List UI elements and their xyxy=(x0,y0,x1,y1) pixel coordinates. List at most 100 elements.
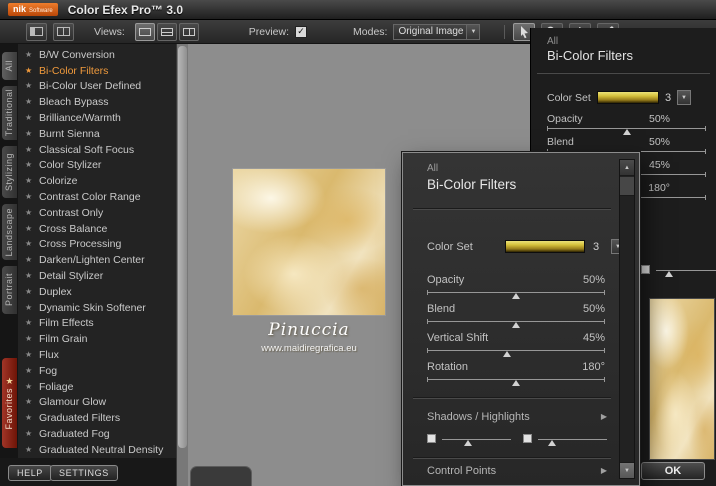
filter-list-item[interactable]: ★ Bi-Color User Defined xyxy=(18,79,176,95)
ok-button[interactable]: OK xyxy=(641,462,705,480)
favorite-star-icon[interactable]: ★ xyxy=(25,50,34,59)
favorite-star-icon[interactable]: ★ xyxy=(25,256,34,264)
filter-list-item[interactable]: ★ Classical Soft Focus xyxy=(18,142,176,158)
slider-track[interactable] xyxy=(427,348,605,357)
favorite-star-icon[interactable]: ★ xyxy=(25,414,34,422)
view-split-horizontal-button[interactable] xyxy=(156,22,177,41)
filter-list-item[interactable]: ★ Dynamic Skin Softener xyxy=(18,300,176,316)
favorite-star-icon[interactable]: ★ xyxy=(25,335,34,343)
filter-list-item[interactable]: ★ Duplex xyxy=(18,284,176,300)
filter-list-item[interactable]: ★ Graduated Fog xyxy=(18,426,176,442)
filter-list-item[interactable]: ★ Cross Processing xyxy=(18,237,176,253)
settings-button[interactable]: SETTINGS xyxy=(50,465,118,481)
bottom-panel-tab[interactable] xyxy=(190,466,252,486)
filter-list-item[interactable]: ★ Darken/Lighten Center xyxy=(18,252,176,268)
filter-list-item[interactable]: ★ Film Effects xyxy=(18,316,176,332)
highlight-color-chip[interactable] xyxy=(641,265,650,274)
favorite-star-icon[interactable]: ★ xyxy=(25,177,34,185)
panel-layout-dual-button[interactable] xyxy=(53,22,74,41)
view-split-vertical-button[interactable] xyxy=(178,22,199,41)
tab-portrait[interactable]: Portrait xyxy=(2,266,17,314)
tab-landscape[interactable]: Landscape xyxy=(2,204,17,260)
tab-all[interactable]: All xyxy=(2,52,17,80)
panel-scrollbar[interactable]: ▲ ▼ xyxy=(619,159,635,479)
favorite-star-icon[interactable]: ★ xyxy=(25,129,34,138)
slider-handle[interactable] xyxy=(512,380,520,386)
filter-list-item[interactable]: ★ Contrast Color Range xyxy=(18,189,176,205)
color-set-swatch[interactable] xyxy=(505,240,585,253)
help-button[interactable]: HELP xyxy=(8,465,52,481)
favorite-star-icon[interactable]: ★ xyxy=(25,272,34,280)
slider-track[interactable] xyxy=(442,439,511,446)
slider-handle[interactable] xyxy=(512,293,520,299)
slider-handle[interactable] xyxy=(665,271,674,277)
slider-handle[interactable] xyxy=(547,440,556,446)
favorite-star-icon[interactable]: ★ xyxy=(25,161,34,169)
filter-list-item[interactable]: ★ Bleach Bypass xyxy=(18,94,176,110)
filter-list-item[interactable]: ★ Film Grain xyxy=(18,331,176,347)
filter-list-item[interactable]: ★ Burnt Sienna xyxy=(18,126,176,142)
scroll-down-button[interactable]: ▼ xyxy=(620,462,634,478)
favorite-star-icon[interactable]: ★ xyxy=(25,224,34,233)
favorite-star-icon[interactable]: ★ xyxy=(25,208,34,217)
filter-list-item[interactable]: ★ Bi-Color Filters xyxy=(18,63,176,79)
slider-track[interactable] xyxy=(656,270,716,277)
scroll-up-button[interactable]: ▲ xyxy=(620,160,634,176)
chevron-down-icon[interactable]: ▼ xyxy=(466,24,480,39)
scrollbar-thumb[interactable] xyxy=(620,177,634,196)
favorite-star-icon[interactable]: ★ xyxy=(25,445,34,454)
filter-list-item[interactable]: ★ Contrast Only xyxy=(18,205,176,221)
filter-list-item[interactable]: ★ Cross Balance xyxy=(18,221,176,237)
preview-image[interactable] xyxy=(232,168,386,316)
tab-favorites[interactable]: ★ Favorites xyxy=(2,358,17,448)
favorite-star-icon[interactable]: ★ xyxy=(25,398,34,406)
filter-list-item[interactable]: ★ Graduated Neutral Density xyxy=(18,442,176,458)
highlight-color-chip[interactable] xyxy=(523,434,532,443)
favorite-star-icon[interactable]: ★ xyxy=(25,319,34,327)
preview-checkbox[interactable]: ✓ xyxy=(295,25,308,38)
filter-list-item[interactable]: ★ Glamour Glow xyxy=(18,395,176,411)
floating-filter-panel[interactable]: All Bi-Color Filters Color Set 3 ▼ Opaci… xyxy=(402,152,640,486)
tab-stylizing[interactable]: Stylizing xyxy=(2,146,17,198)
slider-track[interactable] xyxy=(547,126,706,135)
filter-list-item[interactable]: ★ Colorize xyxy=(18,173,176,189)
favorite-star-icon[interactable]: ★ xyxy=(25,366,34,375)
view-single-button[interactable] xyxy=(134,22,155,41)
filter-list-item[interactable]: ★ Graduated Filters xyxy=(18,410,176,426)
filter-list-item[interactable]: ★ Brilliance/Warmth xyxy=(18,110,176,126)
slider-track[interactable] xyxy=(427,377,605,386)
shadows-highlights-section[interactable]: Shadows / Highlights ▶ xyxy=(427,411,607,425)
slider-track[interactable] xyxy=(538,439,607,446)
expander-right-icon[interactable]: ▶ xyxy=(601,413,607,421)
slider-handle[interactable] xyxy=(464,440,473,446)
shadow-color-chip[interactable] xyxy=(427,434,436,443)
color-set-dropdown[interactable]: ▼ xyxy=(677,90,691,105)
favorite-star-icon[interactable]: ★ xyxy=(25,66,34,75)
control-points-section[interactable]: Control Points ▶ xyxy=(427,465,607,479)
favorite-star-icon[interactable]: ★ xyxy=(25,98,34,106)
tab-traditional[interactable]: Traditional xyxy=(2,86,17,140)
slider-track[interactable] xyxy=(427,290,605,299)
favorite-star-icon[interactable]: ★ xyxy=(25,382,34,391)
favorite-star-icon[interactable]: ★ xyxy=(25,351,34,359)
expander-right-icon[interactable]: ▶ xyxy=(601,467,607,475)
slider-handle[interactable] xyxy=(512,322,520,328)
favorite-star-icon[interactable]: ★ xyxy=(25,303,34,312)
favorite-star-icon[interactable]: ★ xyxy=(25,114,34,122)
filter-list-item[interactable]: ★ B/W Conversion xyxy=(18,47,176,63)
filter-list-item[interactable]: ★ Fog xyxy=(18,363,176,379)
favorite-star-icon[interactable]: ★ xyxy=(25,287,34,296)
filter-list-item[interactable]: ★ Detail Stylizer xyxy=(18,268,176,284)
filter-list-item[interactable]: ★ Flux xyxy=(18,347,176,363)
slider-handle[interactable] xyxy=(503,351,512,357)
favorite-star-icon[interactable]: ★ xyxy=(25,145,34,154)
slider-track[interactable] xyxy=(427,319,605,328)
favorite-star-icon[interactable]: ★ xyxy=(25,240,34,248)
filter-list-scrollbar[interactable] xyxy=(176,44,188,486)
favorite-star-icon[interactable]: ★ xyxy=(25,430,34,438)
filter-list-item[interactable]: ★ Foliage xyxy=(18,379,176,395)
panel-layout-single-button[interactable] xyxy=(26,22,47,41)
modes-dropdown[interactable]: Original Image ▼ xyxy=(393,23,481,40)
favorite-star-icon[interactable]: ★ xyxy=(25,193,34,201)
color-set-swatch[interactable] xyxy=(597,91,659,104)
